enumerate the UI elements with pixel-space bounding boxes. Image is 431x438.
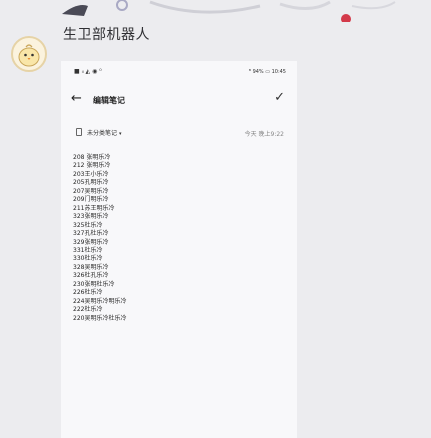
note-screenshot[interactable]: ■ ᵢₗ ◭ ◉ ⁰ ᴮ 94% ▭ 10:45 ← 编辑笔记 ✓ 未分类笔记 ▾… [61,61,297,438]
folder-name: 未分类笔记 [87,130,118,137]
chick-icon [18,44,40,67]
note-folder-row: 未分类笔记 ▾ 今天 晚上9:22 [61,127,297,141]
back-arrow-icon[interactable]: ← [71,91,82,106]
bot-name: 生卫部机器人 [63,27,150,43]
note-line: 207吴明乐冷 [73,187,109,195]
page-title: 编辑笔记 [93,96,125,105]
note-line: 323张明乐冷 [73,213,109,221]
note-line: 325杜乐冷 [73,221,103,229]
note-line: 327孔杜乐冷 [73,230,109,238]
note-line: 330杜乐冷 [73,255,103,263]
note-line: 224吴明乐冷明乐冷 [73,297,127,305]
note-line: 230张明杜乐冷 [73,280,115,288]
note-line: 226杜乐冷 [73,289,103,297]
bot-avatar[interactable] [11,36,47,72]
header-decoration [62,0,396,22]
note-line: 326杜孔乐冷 [73,272,109,280]
note-timestamp: 今天 晚上9:22 [244,131,284,138]
chevron-down-icon: ▾ [119,131,122,137]
status-icons: ■ ᵢₗ ◭ ◉ ⁰ [74,68,102,75]
note-line: 222杜乐冷 [73,306,103,314]
note-title-bar: ← 编辑笔记 ✓ [61,87,297,113]
note-line: 220吴明乐冷杜乐冷 [73,314,127,322]
note-line: 209门明乐冷 [73,196,109,204]
note-line: 329张明乐冷 [73,238,109,246]
note-line: 211苏王明乐冷 [73,204,115,212]
folder-select[interactable]: 未分类笔记 ▾ [87,128,122,137]
note-line: 212 张明乐冷 [73,162,111,170]
status-battery-time: ᴮ 94% ▭ 10:45 [248,69,286,75]
note-line: 205孔明乐冷 [73,179,109,187]
note-content[interactable]: 208 张明乐冷 212 张明乐冷 203王小乐冷 205孔明乐冷 207吴明乐… [73,154,126,323]
note-icon [76,128,82,136]
status-bar: ■ ᵢₗ ◭ ◉ ⁰ ᴮ 94% ▭ 10:45 [61,61,297,79]
check-icon[interactable]: ✓ [274,90,285,105]
